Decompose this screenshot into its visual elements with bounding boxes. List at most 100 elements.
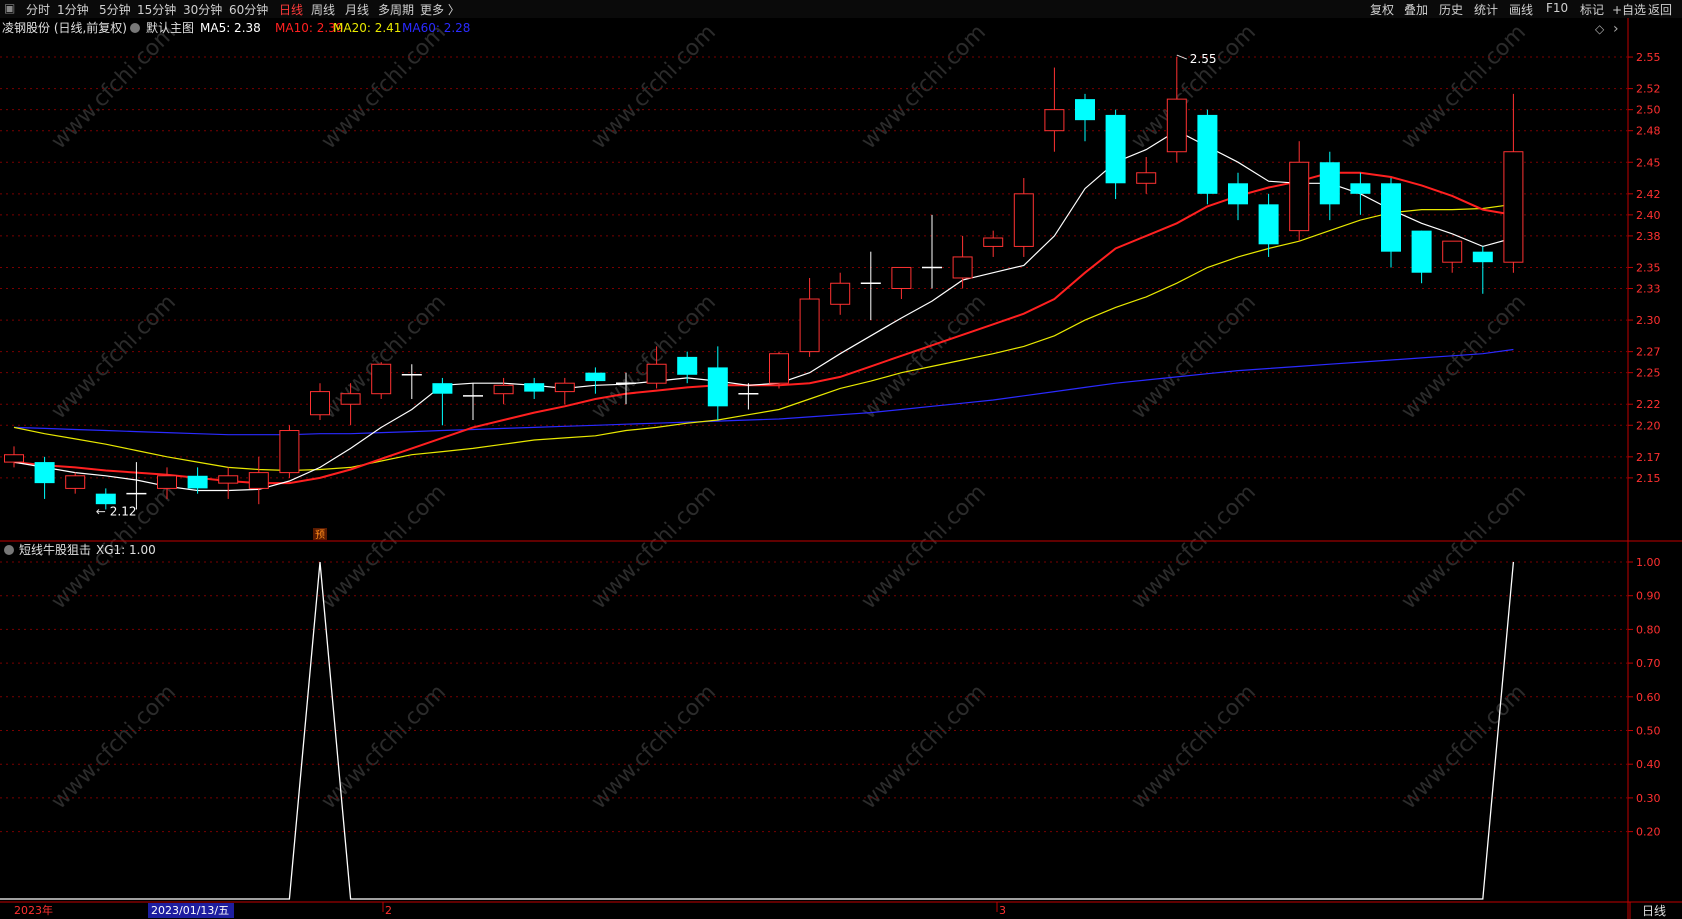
candle-body-down bbox=[1319, 162, 1340, 205]
candle-body-up bbox=[1442, 240, 1463, 263]
ma-label: MA20: 2.41 bbox=[333, 21, 401, 35]
y-tick-label: 2.52 bbox=[1636, 83, 1661, 96]
watermark: www.cfchi.com bbox=[857, 680, 991, 814]
candle-body-up bbox=[65, 475, 86, 489]
candle-body-up bbox=[218, 475, 239, 484]
candle-body-down bbox=[1350, 183, 1371, 194]
candle-body-up bbox=[830, 282, 851, 305]
ma5-line bbox=[13, 130, 1514, 492]
sub-indicator-name: 短线牛股狙击 bbox=[19, 542, 91, 557]
candle-body-up bbox=[1013, 193, 1034, 247]
ma20-line bbox=[13, 203, 1514, 472]
candle-body-down bbox=[187, 475, 208, 489]
y-tick-label: 2.15 bbox=[1636, 472, 1661, 485]
candle-body-up bbox=[248, 472, 269, 489]
period-label: 日线 bbox=[1642, 904, 1666, 918]
y-tick-label: 2.38 bbox=[1636, 230, 1661, 243]
ma60-line bbox=[13, 348, 1514, 436]
y-tick-label: 2.17 bbox=[1636, 451, 1661, 464]
sub-y-tick-label: 0.40 bbox=[1636, 758, 1661, 771]
diamond-icon: ◇ bbox=[1595, 22, 1605, 36]
candle-body-up bbox=[340, 393, 361, 405]
y-tick-label: 2.55 bbox=[1636, 51, 1661, 64]
candle-body-down bbox=[1258, 204, 1279, 245]
candle-body-down bbox=[1381, 183, 1401, 252]
candle-body-up bbox=[1503, 151, 1524, 263]
candle-body-down bbox=[1472, 251, 1493, 263]
main-indicator-name: 默认主图 bbox=[146, 20, 194, 35]
candle-body-down bbox=[1197, 114, 1218, 194]
watermark: www.cfchi.com bbox=[317, 480, 451, 614]
x-axis-label: 2 bbox=[385, 904, 392, 917]
candle-body-down bbox=[677, 356, 698, 375]
watermark: www.cfchi.com bbox=[1127, 680, 1261, 814]
candle-body-up bbox=[952, 256, 973, 279]
candle-body-up bbox=[983, 237, 1004, 247]
candle-body-down bbox=[1411, 230, 1432, 273]
y-tick-label: 2.30 bbox=[1636, 314, 1661, 327]
ma-label: MA60: 2.28 bbox=[402, 21, 470, 35]
candle-body-up bbox=[371, 363, 392, 395]
candle-body-up bbox=[1166, 98, 1187, 153]
sub-y-tick-label: 0.90 bbox=[1636, 590, 1661, 603]
candle-body-up bbox=[1289, 161, 1310, 232]
kline-chart[interactable]: www.cfchi.com www.cfchi.com www.cfchi.com w… bbox=[0, 0, 1682, 919]
y-tick-label: 2.50 bbox=[1636, 104, 1661, 117]
candle-body-up bbox=[891, 266, 912, 290]
y-tick-label: 2.45 bbox=[1636, 156, 1661, 169]
sub-y-tick-label: 1.00 bbox=[1636, 556, 1661, 569]
watermark: www.cfchi.com bbox=[1127, 480, 1261, 614]
candle-body-down bbox=[432, 383, 453, 394]
high-price-label: 2.55 bbox=[1190, 52, 1217, 66]
cursor-date: 2023/01/13/五 bbox=[151, 904, 229, 917]
candle-body-down bbox=[95, 493, 116, 505]
y-tick-label: 2.33 bbox=[1636, 283, 1661, 296]
watermark: www.cfchi.com bbox=[1127, 20, 1261, 154]
indicator-menu-icon[interactable] bbox=[130, 23, 140, 33]
candle-body-up bbox=[1044, 109, 1065, 132]
x-axis-label: 2023年 bbox=[14, 903, 53, 917]
candle-body-up bbox=[799, 298, 820, 353]
high-pointer bbox=[1176, 54, 1187, 60]
candle-body-up bbox=[554, 382, 575, 393]
y-tick-label: 2.48 bbox=[1636, 125, 1661, 138]
candle-body-down bbox=[1075, 99, 1095, 121]
candle-body-down bbox=[34, 462, 55, 484]
candle-body-down bbox=[524, 383, 545, 392]
y-tick-label: 2.42 bbox=[1636, 188, 1661, 201]
watermark: www.cfchi.com bbox=[47, 20, 181, 154]
candle-body-up bbox=[493, 384, 514, 395]
candle-body-up bbox=[1136, 172, 1157, 184]
sub-y-tick-label: 0.70 bbox=[1636, 657, 1661, 670]
candle-body-up bbox=[310, 391, 330, 416]
watermark: www.cfchi.com bbox=[317, 20, 451, 154]
watermark: www.cfchi.com bbox=[857, 20, 991, 154]
y-tick-label: 2.40 bbox=[1636, 209, 1661, 222]
watermark: www.cfchi.com bbox=[587, 20, 721, 154]
ma-label: MA5: 2.38 bbox=[200, 21, 261, 35]
low-price-label: 2.12 bbox=[110, 504, 137, 518]
xg1-value-label: XG1: 1.00 bbox=[96, 543, 156, 557]
candle-body-down bbox=[585, 372, 606, 382]
y-tick-label: 2.27 bbox=[1636, 346, 1661, 359]
watermark: www.cfchi.com bbox=[1397, 20, 1531, 154]
y-tick-label: 2.20 bbox=[1636, 419, 1661, 432]
watermark: www.cfchi.com bbox=[857, 480, 991, 614]
stock-title: 凌钢股份 (日线,前复权) bbox=[2, 20, 127, 35]
y-tick-label: 2.35 bbox=[1636, 261, 1661, 274]
candle-body-up bbox=[646, 363, 667, 384]
sub-y-tick-label: 0.80 bbox=[1636, 623, 1661, 636]
candle-body-down bbox=[1228, 183, 1248, 205]
watermark: www.cfchi.com bbox=[1397, 680, 1531, 814]
candle-body-up bbox=[4, 454, 24, 463]
y-tick-label: 2.25 bbox=[1636, 367, 1661, 380]
sub-y-tick-label: 0.50 bbox=[1636, 725, 1661, 738]
sub-y-tick-label: 0.30 bbox=[1636, 792, 1661, 805]
sub-y-tick-label: 0.60 bbox=[1636, 691, 1661, 704]
watermark: www.cfchi.com bbox=[47, 680, 181, 814]
candle-body-up bbox=[279, 430, 300, 474]
low-pointer: ← bbox=[96, 504, 106, 518]
sub-y-tick-label: 0.20 bbox=[1636, 826, 1661, 839]
watermark: www.cfchi.com bbox=[587, 480, 721, 614]
sub-indicator-menu-icon[interactable] bbox=[4, 545, 14, 555]
